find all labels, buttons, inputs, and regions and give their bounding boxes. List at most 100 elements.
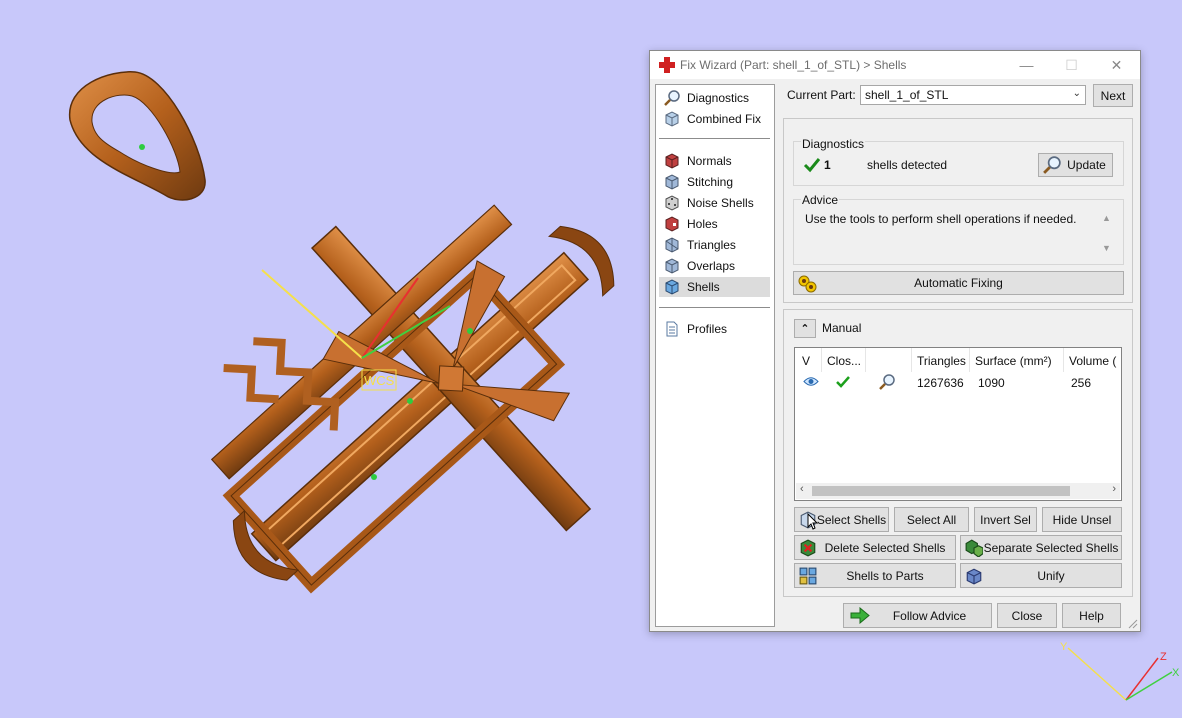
nav-item-diagnostics[interactable]: Diagnostics xyxy=(659,88,770,108)
scroll-right-icon[interactable]: › xyxy=(1112,483,1116,495)
advice-group xyxy=(793,199,1124,265)
document-icon xyxy=(666,321,678,337)
shells-to-parts-button[interactable]: Shells to Parts xyxy=(794,563,956,588)
nav-label: Triangles xyxy=(687,238,736,252)
automatic-fixing-button[interactable]: Automatic Fixing xyxy=(793,271,1124,295)
axis-triad: Y Z X xyxy=(1060,641,1180,701)
nav-label: Profiles xyxy=(687,322,728,336)
scroll-down-icon[interactable]: ▼ xyxy=(1102,243,1111,253)
maximize-button[interactable]: ☐ xyxy=(1049,51,1094,79)
triangles-cube-icon xyxy=(665,237,679,253)
red-cross-icon xyxy=(659,57,675,73)
minimize-button[interactable]: — xyxy=(1004,51,1049,79)
pendant-bail[interactable] xyxy=(69,71,206,201)
scroll-left-icon[interactable]: ‹ xyxy=(800,483,804,495)
hide-unsel-button[interactable]: Hide Unsel xyxy=(1042,507,1122,532)
horizontal-scrollbar[interactable]: ‹ › xyxy=(796,483,1120,499)
nav-item-normals[interactable]: Normals xyxy=(659,151,770,171)
col-header-triangles[interactable]: Triangles xyxy=(917,354,966,368)
magnifier-icon xyxy=(1043,156,1061,174)
resize-grip-icon[interactable] xyxy=(1128,619,1138,629)
current-part-value: shell_1_of_STL xyxy=(865,88,949,102)
nav-item-noise-shells[interactable]: Noise Shells xyxy=(659,193,770,213)
nav-divider xyxy=(659,138,770,139)
current-part-label: Current Part: xyxy=(787,88,856,102)
unify-label: Unify xyxy=(1037,568,1065,583)
diagnostics-panel: Diagnostics 1 shells detected Update Adv… xyxy=(783,118,1133,303)
axis-y-label: Y xyxy=(1060,641,1068,653)
hide-unsel-label: Hide Unsel xyxy=(1052,512,1112,527)
update-button-label: Update xyxy=(1067,158,1106,172)
delete-selected-label: Delete Selected Shells xyxy=(824,540,946,555)
nav-item-triangles[interactable]: Triangles xyxy=(659,235,770,255)
nav-label: Combined Fix xyxy=(687,112,762,126)
magnifier-icon xyxy=(664,90,680,106)
nav-label: Overlaps xyxy=(687,259,736,273)
wizard-nav: Diagnostics Combined Fix Normals Stitchi… xyxy=(655,84,775,627)
nav-divider xyxy=(659,307,770,308)
table-row[interactable]: 1267636 1090 256 xyxy=(795,372,1121,392)
automatic-fixing-label: Automatic Fixing xyxy=(914,276,1003,290)
shell-count: 1 xyxy=(824,158,831,172)
col-header-visible[interactable]: V xyxy=(802,354,810,368)
current-part-select[interactable]: shell_1_of_STL ⌄ xyxy=(860,85,1086,105)
invert-sel-button[interactable]: Invert Sel xyxy=(974,507,1037,532)
manual-label: Manual xyxy=(822,321,862,335)
help-button-label: Help xyxy=(1079,608,1104,623)
cross-model[interactable] xyxy=(120,103,727,703)
fix-wizard-dialog: Fix Wizard (Part: shell_1_of_STL) > Shel… xyxy=(649,50,1141,632)
unify-button[interactable]: Unify xyxy=(960,563,1122,588)
nav-label: Shells xyxy=(687,280,720,294)
help-button[interactable]: Help xyxy=(1062,603,1121,628)
cube-icon xyxy=(665,111,679,127)
col-header-closed[interactable]: Clos... xyxy=(827,354,861,368)
axis-z-label: Z xyxy=(1160,651,1167,663)
overlaps-cube-icon xyxy=(665,258,679,274)
scroll-up-icon[interactable]: ▲ xyxy=(1102,213,1111,223)
shells-cube-icon xyxy=(665,279,679,295)
follow-advice-label: Follow Advice xyxy=(892,608,967,623)
checkmark-icon xyxy=(836,376,850,388)
normals-cube-icon xyxy=(665,153,679,169)
nav-label: Holes xyxy=(687,217,718,231)
separate-selected-label: Separate Selected Shells xyxy=(983,540,1119,555)
diagnostics-message: shells detected xyxy=(867,158,948,172)
close-button[interactable]: Close xyxy=(997,603,1057,628)
title-bar[interactable]: Fix Wizard (Part: shell_1_of_STL) > Shel… xyxy=(650,51,1140,79)
nav-label: Normals xyxy=(687,154,732,168)
col-header-surface[interactable]: Surface (mm²) xyxy=(975,354,1052,368)
nav-item-shells[interactable]: Shells xyxy=(659,277,770,297)
nav-label: Stitching xyxy=(687,175,734,189)
collapse-manual-button[interactable]: ⌃ xyxy=(794,319,816,338)
select-all-button[interactable]: Select All xyxy=(894,507,969,532)
advice-text: Use the tools to perform shell operation… xyxy=(805,212,1077,226)
delete-selected-shells-button[interactable]: Delete Selected Shells xyxy=(794,535,956,560)
close-window-button[interactable]: ✕ xyxy=(1094,51,1139,79)
update-button[interactable]: Update xyxy=(1038,153,1113,177)
eye-icon[interactable] xyxy=(803,376,819,387)
nav-label: Noise Shells xyxy=(687,196,754,210)
wcs-label: WCS xyxy=(364,373,395,388)
next-button[interactable]: Next xyxy=(1093,84,1133,107)
shells-to-parts-label: Shells to Parts xyxy=(846,568,924,583)
noise-dice-icon xyxy=(665,195,679,211)
nav-item-combined-fix[interactable]: Combined Fix xyxy=(659,109,770,129)
follow-advice-button[interactable]: Follow Advice xyxy=(843,603,992,628)
nav-item-overlaps[interactable]: Overlaps xyxy=(659,256,770,276)
separate-selected-shells-button[interactable]: Separate Selected Shells xyxy=(960,535,1122,560)
nav-item-stitching[interactable]: Stitching xyxy=(659,172,770,192)
advice-group-label: Advice xyxy=(801,193,840,207)
magnifier-icon[interactable] xyxy=(879,374,895,390)
nav-label: Diagnostics xyxy=(687,91,750,105)
col-header-volume[interactable]: Volume ( xyxy=(1069,354,1116,368)
cell-volume: 256 xyxy=(1071,376,1092,390)
stitching-cube-icon xyxy=(665,174,679,190)
shells-table[interactable]: V Clos... Triangles Surface (mm²) Volume… xyxy=(794,347,1122,501)
nav-item-holes[interactable]: Holes xyxy=(659,214,770,234)
axis-x-label: X xyxy=(1172,667,1180,679)
holes-cube-icon xyxy=(665,216,679,232)
nav-item-profiles[interactable]: Profiles xyxy=(659,319,770,339)
cell-triangles: 1267636 xyxy=(917,376,964,390)
scrollbar-thumb[interactable] xyxy=(812,486,1070,496)
diagnostics-group-label: Diagnostics xyxy=(801,137,866,151)
